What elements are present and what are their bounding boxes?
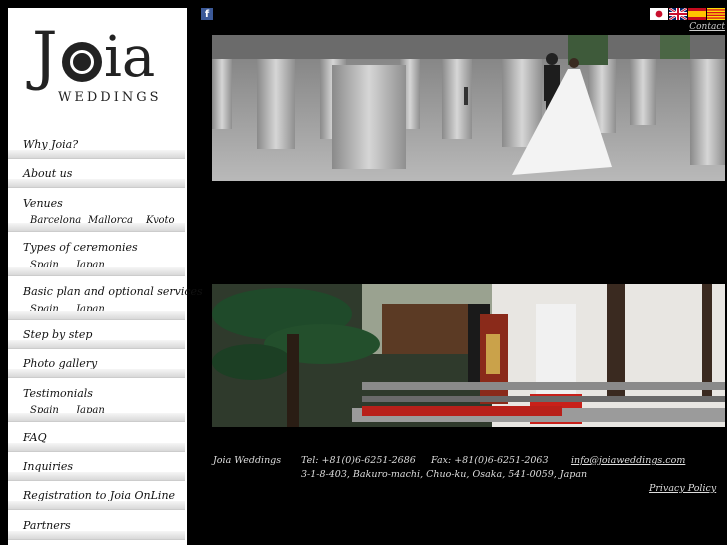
nav-faq[interactable]: FAQ <box>8 427 185 453</box>
nav-why-joia[interactable]: Why Joia? <box>8 134 185 160</box>
nav-testimonials[interactable]: Testimonials Spain Japan <box>8 383 185 423</box>
nav-divider <box>8 531 185 540</box>
contact-link[interactable]: Contact <box>689 22 725 32</box>
nav-about-us[interactable]: About us <box>8 163 185 189</box>
uk-flag-icon[interactable] <box>669 8 687 20</box>
nav-partners[interactable]: Partners <box>8 515 185 541</box>
catalonia-flag-icon[interactable] <box>707 8 725 20</box>
nav-divider <box>8 443 185 452</box>
nav-inquiries[interactable]: Inquiries <box>8 456 185 482</box>
nav-label: Basic plan and optional services <box>23 285 203 298</box>
footer-telephone: Tel: +81(0)6-6251-2686 <box>301 455 416 466</box>
nav-divider <box>8 501 185 510</box>
nav-divider <box>8 223 185 232</box>
nav-divider <box>8 267 185 276</box>
ceremony-illustration <box>212 284 725 427</box>
nav-types-of-ceremonies[interactable]: Types of ceremonies Spain Japan <box>8 237 185 277</box>
nav-venues[interactable]: Venues Barcelona Mallorca Kyoto <box>8 193 185 233</box>
hero-photo-columns <box>212 35 725 181</box>
nav-divider <box>8 369 185 378</box>
facebook-icon[interactable]: f <box>201 8 213 20</box>
nav-label: Types of ceremonies <box>23 241 138 254</box>
nav-divider <box>8 413 185 422</box>
nav-divider <box>8 179 185 188</box>
footer-address: 3-1-8-403, Bakuro-machi, Chuo-ku, Osaka,… <box>301 469 588 480</box>
ceremony-photo-kyoto <box>212 284 725 427</box>
footer-privacy-link[interactable]: Privacy Policy <box>649 483 716 494</box>
footer-company: Joia Weddings <box>213 455 282 466</box>
footer-fax: Fax: +81(0)6-6251-2063 <box>431 455 549 466</box>
nav-photo-gallery[interactable]: Photo gallery <box>8 353 185 379</box>
footer-email-link[interactable]: info@joiaweddings.com <box>571 455 685 466</box>
nav-divider <box>8 472 185 481</box>
nav-basic-plan[interactable]: Basic plan and optional services Spain J… <box>8 281 203 321</box>
spain-flag-icon[interactable] <box>688 8 706 20</box>
main-navigation: Why Joia? About us Venues Barcelona Mall… <box>8 0 203 545</box>
columns-illustration <box>212 35 725 181</box>
nav-label: Testimonials <box>23 387 93 400</box>
nav-label: Venues <box>23 197 63 210</box>
japan-flag-icon[interactable] <box>650 8 668 20</box>
nav-divider <box>8 340 185 349</box>
nav-divider <box>8 150 185 159</box>
nav-step-by-step[interactable]: Step by step <box>8 324 185 350</box>
nav-registration[interactable]: Registration to Joia OnLine <box>8 485 185 511</box>
nav-divider <box>8 311 185 320</box>
